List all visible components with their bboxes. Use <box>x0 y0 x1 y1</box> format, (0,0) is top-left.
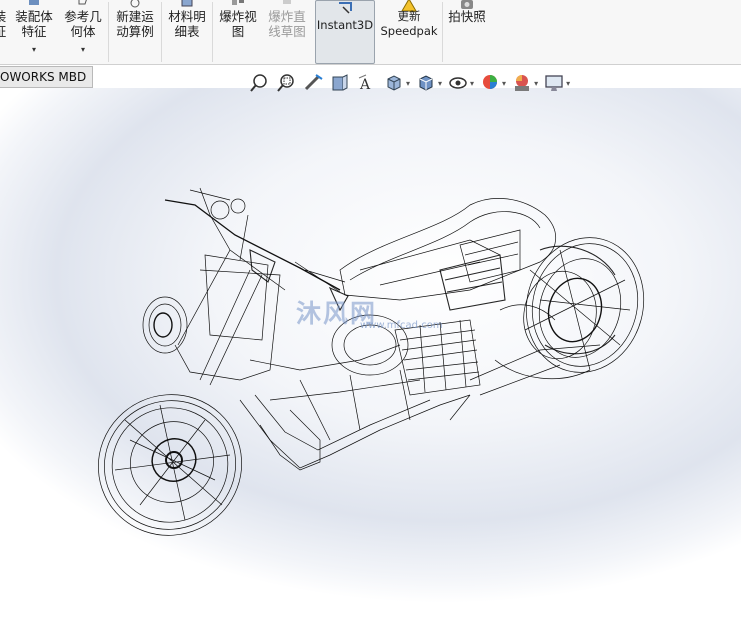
front-wheel <box>98 394 242 536</box>
ribbon-separator <box>108 2 109 62</box>
watermark-url: www.mfcad.com <box>360 320 443 331</box>
chevron-down-icon[interactable]: ▾ <box>10 45 58 54</box>
explode-line-sketch-label: 爆炸直 线草图 <box>268 9 306 39</box>
new-motion-study-button[interactable]: 新建运 动算例 <box>111 0 159 64</box>
chevron-down-icon[interactable]: ▾ <box>502 79 506 88</box>
instant3d-label: Instant3D <box>316 18 374 32</box>
rear-wheel <box>523 237 645 373</box>
chevron-down-icon[interactable]: ▾ <box>534 79 538 88</box>
motorcycle-wireframe-model[interactable] <box>0 88 741 630</box>
chevron-down-icon[interactable]: ▾ <box>438 79 442 88</box>
instant3d-icon <box>339 2 352 14</box>
assembly-features-button[interactable]: 装配体 特征 ▾ <box>10 0 58 64</box>
ribbon-separator <box>212 2 213 62</box>
chevron-down-icon[interactable]: ▾ <box>566 79 570 88</box>
chevron-down-icon[interactable]: ▾ <box>406 79 410 88</box>
new-motion-study-label: 新建运 动算例 <box>116 9 154 39</box>
instant3d-button[interactable]: Instant3D <box>315 0 375 64</box>
assembly-features-label: 装配体 特征 <box>15 9 53 39</box>
ribbon-separator <box>161 2 162 62</box>
update-speedpak-label: 更新 Speedpak <box>380 9 438 38</box>
tab-solidworks-mbd[interactable]: OWORKS MBD <box>0 66 94 88</box>
headlight <box>142 296 188 354</box>
exploded-view-button[interactable]: 爆炸视图 <box>215 0 261 64</box>
ribbon-separator <box>442 2 443 62</box>
ribbon-partial-button[interactable]: 装证 <box>0 0 8 64</box>
chevron-down-icon[interactable]: ▾ <box>60 45 106 54</box>
bill-of-materials-button[interactable]: 材料明 细表 <box>164 0 210 64</box>
seat-body <box>339 198 557 301</box>
update-speedpak-button[interactable]: 更新 Speedpak <box>378 0 440 64</box>
chevron-down-icon[interactable]: ▾ <box>470 79 474 88</box>
explode-line-sketch-button: 爆炸直 线草图 <box>263 0 311 64</box>
take-snapshot-button[interactable]: 拍快照 <box>445 0 489 64</box>
take-snapshot-label: 拍快照 <box>448 9 486 24</box>
exploded-view-label: 爆炸视图 <box>219 9 257 39</box>
bill-of-materials-label: 材料明 细表 <box>168 9 206 39</box>
reference-geometry-label: 参考几 何体 <box>64 9 102 39</box>
reference-geometry-button[interactable]: 参考几 何体 ▾ <box>60 0 106 64</box>
command-manager-ribbon: 装证 装配体特征 ▾ 参考几何体 ▾ 新建运动算例 材料明细表 爆炸视图 爆炸直… <box>0 0 741 65</box>
